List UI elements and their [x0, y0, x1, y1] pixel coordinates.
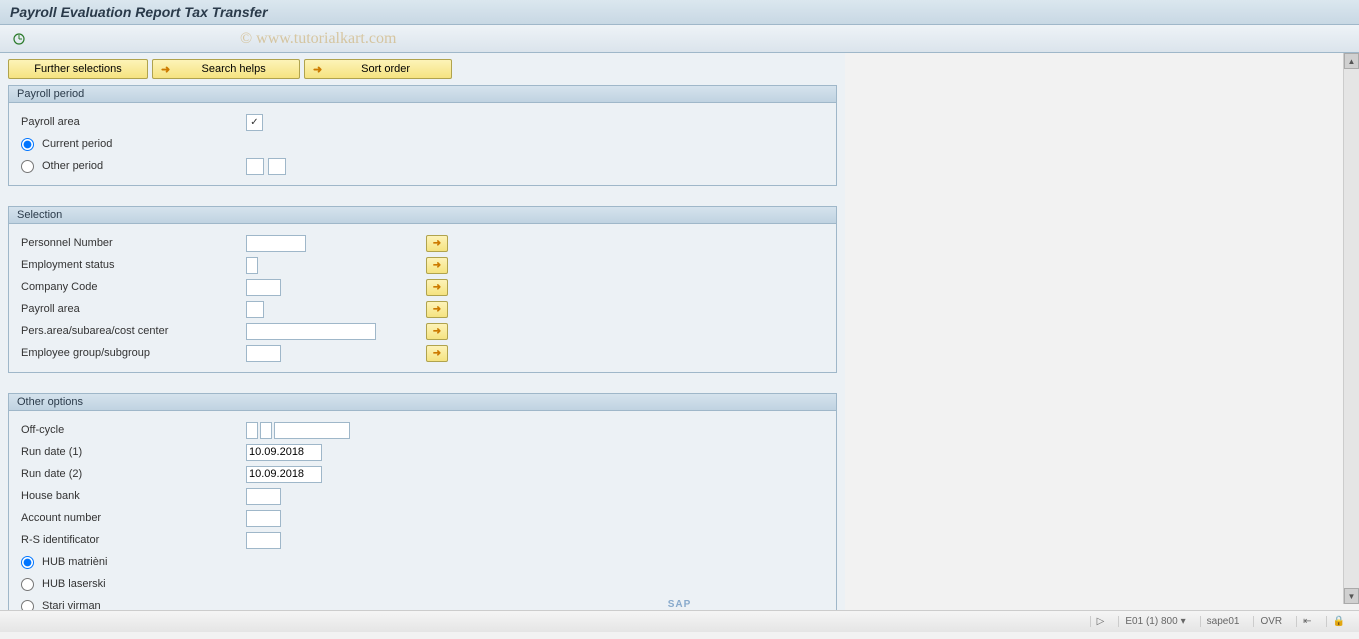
- payroll-area-checkbox[interactable]: ✓: [246, 114, 263, 131]
- house-bank-label: House bank: [21, 490, 246, 502]
- main-panel: Further selections ➜ Search helps ➜ Sort…: [0, 53, 845, 632]
- selection-group: Selection Personnel Number ➜ Employment …: [8, 206, 837, 373]
- sap-logo: SAP: [668, 599, 692, 610]
- status-mode: OVR: [1253, 616, 1288, 627]
- personnel-number-input[interactable]: [246, 235, 306, 252]
- current-period-radio[interactable]: [21, 138, 34, 151]
- pers-area-label: Pers.area/subarea/cost center: [21, 325, 246, 337]
- other-period-label: Other period: [42, 160, 103, 172]
- hub-matricni-radio[interactable]: [21, 556, 34, 569]
- execute-icon[interactable]: [10, 30, 28, 48]
- employee-group-input[interactable]: [246, 345, 281, 362]
- house-bank-input[interactable]: [246, 488, 281, 505]
- hub-laserski-radio[interactable]: [21, 578, 34, 591]
- status-arrow-icon[interactable]: ⇤: [1296, 616, 1317, 627]
- chevron-down-icon: ▾: [1181, 616, 1186, 627]
- run-date-2-input[interactable]: [246, 466, 322, 483]
- app-toolbar: [0, 25, 1359, 53]
- content-area: Further selections ➜ Search helps ➜ Sort…: [0, 53, 1359, 632]
- current-period-label: Current period: [42, 138, 112, 150]
- off-cycle-input-1[interactable]: [246, 422, 258, 439]
- employment-status-label: Employment status: [21, 259, 246, 271]
- status-nav-icon[interactable]: ▷: [1090, 616, 1111, 627]
- button-label: Sort order: [328, 63, 443, 75]
- selection-buttons-row: Further selections ➜ Search helps ➜ Sort…: [8, 59, 837, 79]
- other-period-input-1[interactable]: [246, 158, 264, 175]
- multiple-selection-button[interactable]: ➜: [426, 323, 448, 340]
- multiple-selection-button[interactable]: ➜: [426, 257, 448, 274]
- multiple-selection-button[interactable]: ➜: [426, 301, 448, 318]
- rs-identificator-input[interactable]: [246, 532, 281, 549]
- run-date-1-input[interactable]: [246, 444, 322, 461]
- search-helps-button[interactable]: ➜ Search helps: [152, 59, 300, 79]
- personnel-number-label: Personnel Number: [21, 237, 246, 249]
- account-number-input[interactable]: [246, 510, 281, 527]
- blank-area: [845, 53, 1359, 632]
- multiple-selection-button[interactable]: ➜: [426, 345, 448, 362]
- payroll-area-label: Payroll area: [21, 303, 246, 315]
- pers-area-input[interactable]: [246, 323, 376, 340]
- hub-matricni-label: HUB matrièni: [42, 556, 107, 568]
- further-selections-button[interactable]: Further selections: [8, 59, 148, 79]
- company-code-input[interactable]: [246, 279, 281, 296]
- run-date-1-label: Run date (1): [21, 446, 246, 458]
- group-title: Selection: [9, 207, 836, 224]
- multiple-selection-button[interactable]: ➜: [426, 279, 448, 296]
- off-cycle-input-3[interactable]: [274, 422, 350, 439]
- group-title: Other options: [9, 394, 836, 411]
- hub-laserski-label: HUB laserski: [42, 578, 106, 590]
- other-options-group: Other options Off-cycle Run date (1): [8, 393, 837, 625]
- scroll-down-icon[interactable]: ▼: [1344, 588, 1359, 604]
- rs-identificator-label: R-S identificator: [21, 534, 246, 546]
- other-period-input-2[interactable]: [268, 158, 286, 175]
- status-bar: ▷ E01 (1) 800 ▾ sape01 OVR ⇤ 🔒: [0, 610, 1359, 632]
- arrow-right-icon: ➜: [161, 63, 170, 76]
- sort-order-button[interactable]: ➜ Sort order: [304, 59, 452, 79]
- multiple-selection-button[interactable]: ➜: [426, 235, 448, 252]
- off-cycle-input-2[interactable]: [260, 422, 272, 439]
- status-server: sape01: [1200, 616, 1246, 627]
- run-date-2-label: Run date (2): [21, 468, 246, 480]
- payroll-area-label: Payroll area: [21, 116, 246, 128]
- arrow-right-icon: ➜: [313, 63, 322, 76]
- vertical-scrollbar[interactable]: ▲ ▼: [1343, 53, 1359, 604]
- status-system[interactable]: E01 (1) 800 ▾: [1118, 616, 1191, 627]
- employment-status-input[interactable]: [246, 257, 258, 274]
- off-cycle-label: Off-cycle: [21, 424, 246, 436]
- lock-icon[interactable]: 🔒: [1326, 616, 1351, 627]
- payroll-area-input[interactable]: [246, 301, 264, 318]
- group-title: Payroll period: [9, 86, 836, 103]
- payroll-period-group: Payroll period Payroll area ✓ Current pe…: [8, 85, 837, 186]
- button-label: Search helps: [176, 63, 291, 75]
- employee-group-label: Employee group/subgroup: [21, 347, 246, 359]
- other-period-radio[interactable]: [21, 160, 34, 173]
- page-title: Payroll Evaluation Report Tax Transfer: [10, 4, 268, 20]
- scroll-up-icon[interactable]: ▲: [1344, 53, 1359, 69]
- account-number-label: Account number: [21, 512, 246, 524]
- company-code-label: Company Code: [21, 281, 246, 293]
- title-bar: Payroll Evaluation Report Tax Transfer: [0, 0, 1359, 25]
- button-label: Further selections: [34, 63, 121, 75]
